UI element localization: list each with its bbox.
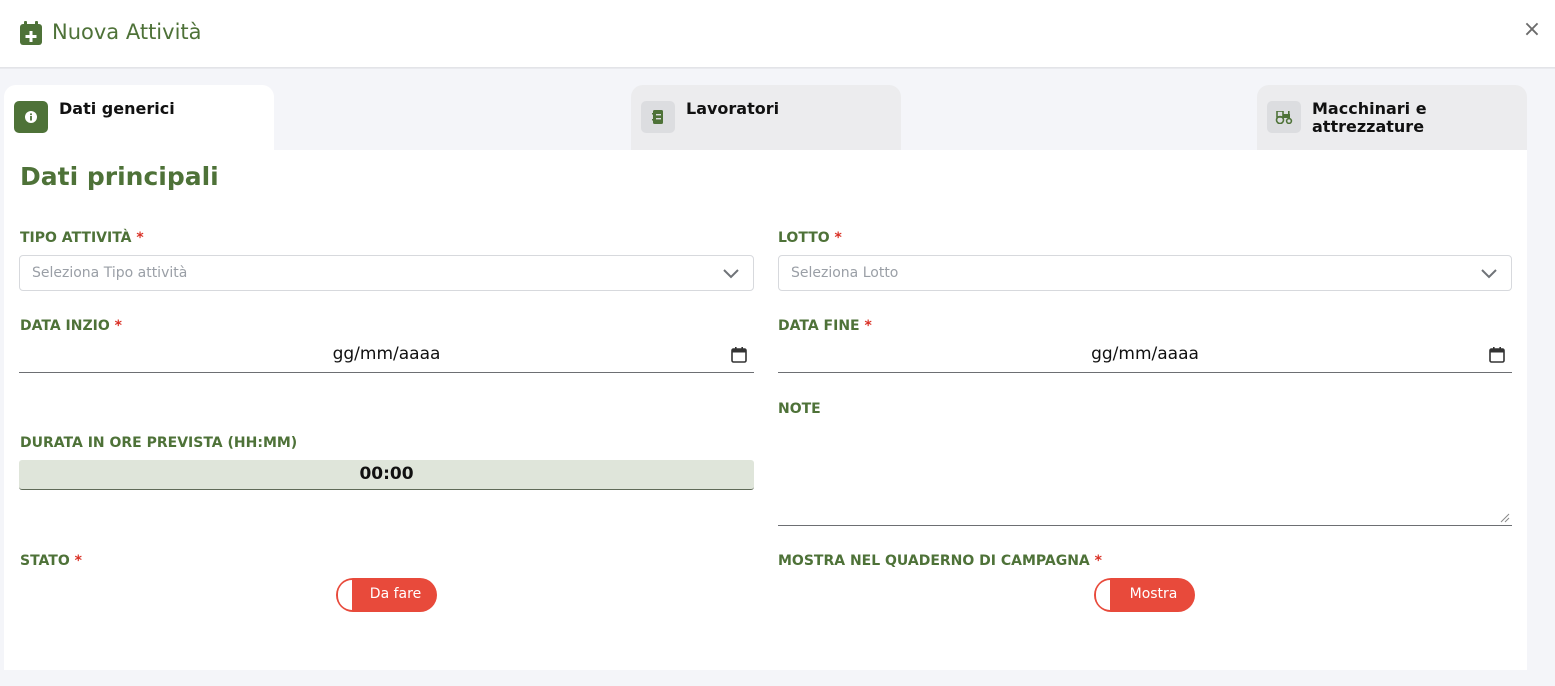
calendar-icon[interactable]	[730, 346, 748, 364]
note-textarea[interactable]	[778, 430, 1512, 526]
durata-input[interactable]: 00:00	[19, 460, 754, 490]
date-value: gg/mm/aaaa	[1091, 344, 1199, 364]
data-inizio-label: DATA INZIO *	[20, 318, 122, 334]
resize-handle-icon[interactable]	[1500, 513, 1510, 523]
tab-lavoratori[interactable]: Lavoratori	[631, 85, 901, 151]
tractor-icon	[1267, 101, 1301, 133]
required-mark: *	[74, 553, 82, 569]
lotto-select[interactable]: Seleziona Lotto	[778, 255, 1512, 291]
lotto-label: LOTTO *	[778, 230, 842, 246]
address-book-icon	[641, 101, 675, 133]
tab-label: Lavoratori	[686, 99, 780, 118]
toggle-label: Mostra	[1129, 586, 1178, 602]
mostra-quaderno-toggle[interactable]: Mostra	[1094, 578, 1195, 612]
required-mark: *	[114, 318, 122, 334]
modal-title: Nuova Attività	[52, 20, 202, 44]
stato-toggle[interactable]: Da fare	[336, 578, 437, 612]
durata-value: 00:00	[359, 464, 414, 484]
toggle-knob	[338, 580, 352, 610]
tipo-attivita-label: TIPO ATTIVITÀ *	[20, 230, 144, 246]
toggle-knob	[1096, 580, 1110, 610]
tab-dati-generici[interactable]: Dati generici	[4, 85, 274, 151]
close-button[interactable]: ×	[1520, 16, 1544, 44]
chevron-down-icon	[1481, 269, 1497, 279]
tab-macchinari[interactable]: Macchinari e attrezzature	[1257, 85, 1527, 151]
calendar-plus-icon	[20, 21, 42, 45]
durata-label: DURATA IN ORE PREVISTA (HH:MM)	[20, 435, 298, 451]
select-placeholder: Seleziona Lotto	[791, 265, 899, 281]
required-mark: *	[1094, 553, 1102, 569]
modal-header: Nuova Attività ×	[0, 0, 1555, 68]
tipo-attivita-select[interactable]: Seleziona Tipo attività	[19, 255, 754, 291]
data-inizio-input[interactable]: gg/mm/aaaa	[19, 341, 754, 373]
info-icon	[14, 101, 48, 133]
tab-label: Dati generici	[59, 99, 175, 118]
calendar-icon[interactable]	[1488, 346, 1506, 364]
stato-label: STATO *	[20, 553, 82, 569]
tab-panel	[4, 150, 1527, 670]
required-mark: *	[136, 230, 144, 246]
date-value: gg/mm/aaaa	[332, 344, 441, 364]
tab-label: Macchinari e attrezzature	[1312, 99, 1427, 136]
section-title: Dati principali	[20, 162, 219, 191]
mostra-quaderno-label: MOSTRA NEL QUADERNO DI CAMPAGNA *	[778, 553, 1102, 569]
select-placeholder: Seleziona Tipo attività	[32, 265, 188, 281]
chevron-down-icon	[723, 269, 739, 279]
data-fine-label: DATA FINE *	[778, 318, 872, 334]
data-fine-input[interactable]: gg/mm/aaaa	[778, 341, 1512, 373]
required-mark: *	[864, 318, 872, 334]
note-label: NOTE	[778, 401, 821, 417]
toggle-label: Da fare	[369, 586, 422, 602]
required-mark: *	[834, 230, 842, 246]
